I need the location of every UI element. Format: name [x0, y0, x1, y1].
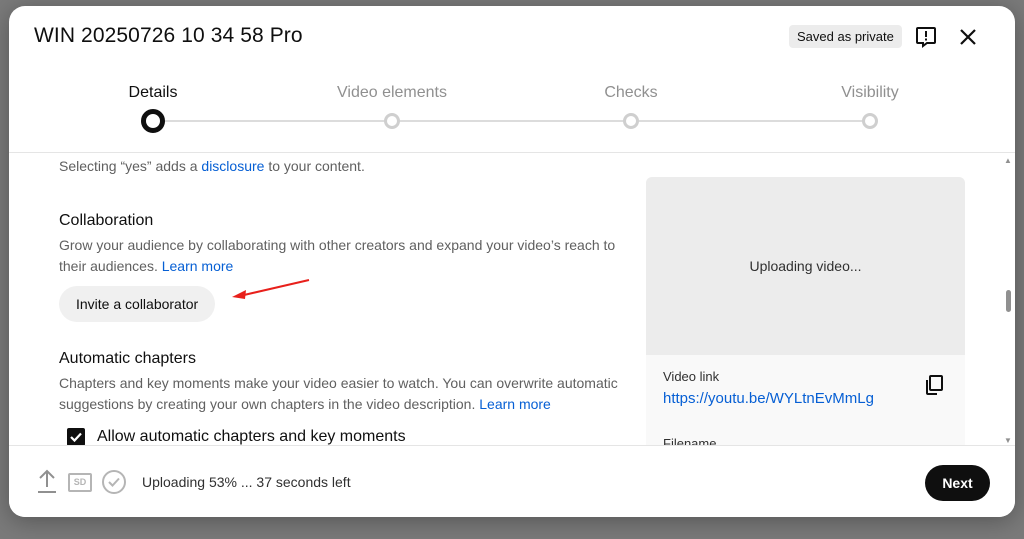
upload-status-text: Uploading video...: [749, 258, 862, 274]
step-dot-checks[interactable]: [623, 113, 639, 129]
step-video-elements[interactable]: Video elements: [337, 84, 447, 102]
collaboration-section: Collaboration Grow your audience by coll…: [59, 212, 619, 322]
upload-stepper: Details Video elements Checks Visibility: [9, 6, 1015, 156]
details-content: Selecting “yes” adds a disclosure to you…: [9, 153, 1015, 445]
step-dot-visibility[interactable]: [862, 113, 878, 129]
disclosure-prefix: Selecting “yes” adds a: [59, 158, 202, 174]
dialog-footer: SD Uploading 53% ... 37 seconds left Nex…: [9, 445, 1015, 517]
upload-progress-text: Uploading 53% ... 37 seconds left: [142, 474, 351, 490]
collaboration-description: Grow your audience by collaborating with…: [59, 235, 619, 277]
stepper-track: [152, 120, 870, 122]
scroll-down-icon[interactable]: ▼: [1004, 436, 1012, 445]
sd-label: SD: [73, 477, 87, 487]
chapters-title: Automatic chapters: [59, 350, 196, 367]
chapters-description: Chapters and key moments make your video…: [59, 373, 619, 415]
video-preview: Uploading video...: [646, 177, 965, 355]
step-dot-details[interactable]: [141, 109, 165, 133]
video-link-label: Video link: [663, 369, 720, 384]
chapters-checkbox[interactable]: [67, 428, 85, 445]
disclosure-text: Selecting “yes” adds a disclosure to you…: [59, 156, 365, 177]
collaboration-title: Collaboration: [59, 212, 154, 229]
sd-quality-icon: SD: [68, 473, 92, 492]
collaboration-description-text: Grow your audience by collaborating with…: [59, 237, 616, 274]
checks-status-icon-wrap: [101, 469, 127, 500]
scroll-thumb[interactable]: [1006, 290, 1011, 312]
step-visibility[interactable]: Visibility: [841, 84, 899, 102]
disclosure-link[interactable]: disclosure: [201, 158, 264, 174]
upload-dialog: WIN 20250726 10 34 58 Pro Saved as priva…: [9, 6, 1015, 517]
copy-link-button[interactable]: [922, 373, 950, 401]
video-preview-card: Uploading video... Video link https://yo…: [646, 177, 965, 445]
video-link[interactable]: https://youtu.be/WYLtnEvMmLg: [663, 390, 874, 407]
disclosure-suffix: to your content.: [264, 158, 365, 174]
step-details[interactable]: Details: [129, 84, 178, 102]
check-circle-icon: [102, 470, 126, 494]
copy-icon: [926, 375, 943, 395]
upload-icon: [38, 469, 56, 493]
collaboration-learn-more-link[interactable]: Learn more: [162, 258, 234, 274]
next-button[interactable]: Next: [925, 465, 990, 501]
step-dot-video-elements[interactable]: [384, 113, 400, 129]
filename-label: Filename: [663, 436, 717, 445]
content-scrollbar[interactable]: ▲ ▼: [1003, 156, 1013, 448]
step-checks[interactable]: Checks: [604, 84, 657, 102]
checkmark-icon: [70, 432, 82, 443]
chapters-section: Automatic chapters Chapters and key mome…: [59, 350, 619, 445]
scroll-up-icon[interactable]: ▲: [1004, 156, 1012, 165]
invite-collaborator-button[interactable]: Invite a collaborator: [59, 286, 216, 322]
chapters-checkbox-label: Allow automatic chapters and key moments: [97, 428, 406, 445]
upload-status-icon-wrap: [36, 469, 58, 500]
chapters-checkbox-row[interactable]: Allow automatic chapters and key moments: [67, 428, 619, 445]
chapters-learn-more-link[interactable]: Learn more: [479, 396, 551, 412]
